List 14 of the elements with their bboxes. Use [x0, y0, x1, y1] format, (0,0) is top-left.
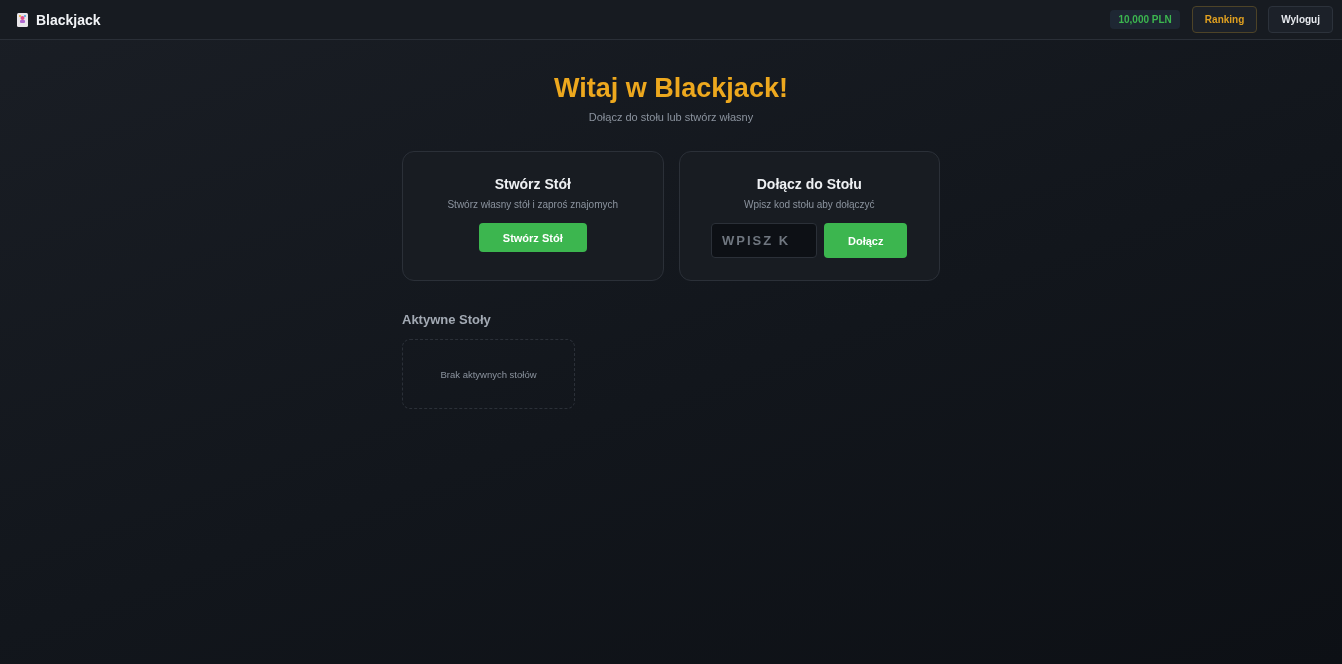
- card-title: Stwórz Stół: [494, 176, 571, 192]
- logout-button[interactable]: Wyloguj: [1268, 6, 1333, 33]
- balance-badge: 10,000 PLN: [1110, 10, 1180, 29]
- card-description: Stwórz własny stół i zaproś znajomych: [447, 199, 619, 210]
- app-logo: Blackjack: [36, 11, 101, 28]
- card-title: Dołącz do Stołu: [756, 176, 862, 192]
- page-title: Witaj w Blackjack!: [553, 72, 789, 105]
- card-description: Wpisz kod stołu aby dołączyć: [743, 199, 875, 210]
- empty-message: Brak aktywnych stołów: [440, 368, 537, 380]
- table-code-field[interactable]: WPISZ K: [711, 223, 817, 258]
- playing-card-icon: [17, 12, 28, 27]
- page-subtitle: Dołącz do stołu lub stwórz własny: [588, 111, 754, 123]
- section-title: Aktywne Stoły: [402, 312, 491, 327]
- ranking-button[interactable]: Ranking: [1191, 6, 1258, 33]
